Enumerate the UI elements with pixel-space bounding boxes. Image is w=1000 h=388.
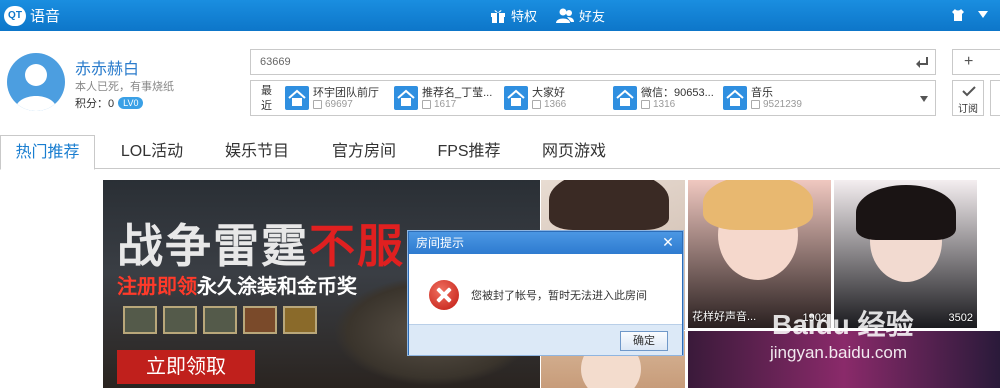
recent-room-id: 9521239 — [751, 99, 802, 110]
recent-room-item[interactable]: 大家好 1366 — [504, 84, 609, 114]
thumbnail-caption: 花样好声音... — [692, 311, 757, 323]
side-button-partial[interactable] — [990, 80, 1000, 116]
baidu-watermark: Baidu 经验 — [772, 309, 914, 340]
friends-label: 好友 — [579, 9, 606, 24]
dialog-body: 您被封了帐号，暂时无法进入此房间 — [409, 254, 682, 324]
points-label: 积分：0 — [75, 98, 115, 110]
close-icon[interactable]: ✕ — [660, 234, 676, 250]
house-icon — [613, 86, 637, 110]
banner-item-thumb — [283, 306, 317, 334]
error-icon — [429, 280, 459, 310]
points: 积分：0 LV0 — [75, 95, 144, 111]
tab-hot[interactable]: 热门推荐 — [0, 135, 95, 170]
thumbnail-hair — [856, 185, 956, 240]
subscribe-label: 订阅 — [958, 104, 978, 115]
tab-webgames[interactable]: 网页游戏 — [530, 135, 618, 169]
baidu-watermark-url: jingyan.baidu.com — [770, 343, 908, 362]
recent-room-name: 音乐 — [751, 87, 773, 99]
level-badge: LV0 — [118, 97, 144, 109]
recent-room-name: 环宇团队前厅 — [313, 87, 379, 99]
id-icon — [422, 100, 431, 109]
claim-now-button[interactable]: 立即领取 — [117, 350, 255, 384]
banner-item-thumb — [163, 306, 197, 334]
friends-button[interactable]: 好友 — [556, 6, 605, 25]
dialog-title-bar: 房间提示 ✕ — [409, 232, 682, 254]
recent-room-item[interactable]: 微信：90653... 1316 — [613, 84, 718, 114]
signature[interactable]: 本人已死，有事烧纸 — [75, 78, 174, 94]
id-icon — [641, 100, 650, 109]
dialog-footer: 确定 — [409, 324, 682, 355]
banner-subtitle: 注册即领永久涂装和金币奖 — [117, 276, 357, 298]
banner-title: 战争雷霆不服 — [117, 221, 405, 272]
friends-icon — [556, 8, 574, 23]
id-icon — [532, 100, 541, 109]
recent-room-name: 微信：90653... — [641, 87, 714, 99]
category-tabs: 热门推荐 LOL活动 娱乐节目 官方房间 FPS推荐 网页游戏 — [0, 135, 1000, 170]
banner-item-thumb — [123, 306, 157, 334]
ok-button[interactable]: 确定 — [620, 331, 668, 351]
recent-room-id: 69697 — [313, 99, 353, 110]
subscribe-button[interactable]: 订阅 — [952, 80, 984, 116]
recent-label: 最近 — [261, 85, 272, 112]
username[interactable]: 赤赤赫白 — [75, 55, 139, 79]
recent-room-name: 推荐名_丁莹... — [422, 87, 493, 99]
banner-item-thumb — [203, 306, 237, 334]
recent-room-item[interactable]: 环宇团队前厅 69697 — [285, 84, 390, 114]
privilege-button[interactable]: 特权 — [490, 6, 537, 25]
recent-rooms: 最近 环宇团队前厅 69697 推荐名_丁莹... 1617 大家好 1366 … — [250, 80, 936, 116]
thumbnail-hair — [703, 180, 813, 230]
tab-official[interactable]: 官方房间 — [320, 135, 408, 169]
add-button[interactable]: + — [952, 49, 1000, 75]
tab-fps[interactable]: FPS推荐 — [425, 135, 513, 169]
recent-room-item[interactable]: 音乐 9521239 — [723, 84, 828, 114]
shirt-icon[interactable] — [951, 8, 965, 22]
recent-room-name: 大家好 — [532, 87, 565, 99]
logo-badge: QT — [4, 5, 26, 26]
avatar[interactable] — [7, 53, 65, 111]
recent-room-item[interactable]: 推荐名_丁莹... 1617 — [394, 84, 499, 114]
tab-lol[interactable]: LOL活动 — [108, 135, 196, 169]
enter-icon[interactable] — [915, 56, 929, 68]
room-id-input[interactable] — [251, 50, 891, 74]
id-icon — [751, 100, 760, 109]
recent-room-id: 1366 — [532, 99, 566, 110]
app-logo: QT 语音 — [4, 5, 60, 26]
tab-entertainment[interactable]: 娱乐节目 — [213, 135, 301, 169]
dropdown-menu-icon[interactable] — [977, 8, 989, 20]
top-bar: QT 语音 特权 好友 — [0, 0, 1000, 31]
gift-icon — [491, 9, 505, 23]
recent-room-id: 1617 — [422, 99, 456, 110]
room-notice-dialog: 房间提示 ✕ 您被封了帐号，暂时无法进入此房间 确定 — [408, 231, 683, 355]
logo-text: 语音 — [30, 8, 61, 25]
recent-room-id: 1316 — [641, 99, 675, 110]
chevron-down-icon[interactable] — [919, 95, 929, 103]
room-id-input-box — [250, 49, 936, 75]
id-icon — [313, 100, 322, 109]
house-icon — [504, 86, 528, 110]
user-silhouette-icon — [15, 64, 57, 111]
thumbnail-hair — [549, 180, 669, 230]
privilege-label: 特权 — [511, 9, 538, 24]
dialog-title: 房间提示 — [416, 236, 465, 250]
dialog-message: 您被封了帐号，暂时无法进入此房间 — [471, 290, 647, 302]
thumbnail-viewer-count: 3502 — [948, 312, 973, 324]
house-icon — [285, 86, 309, 110]
house-icon — [394, 86, 418, 110]
banner-item-thumb — [243, 306, 277, 334]
check-icon — [962, 86, 976, 97]
house-icon — [723, 86, 747, 110]
